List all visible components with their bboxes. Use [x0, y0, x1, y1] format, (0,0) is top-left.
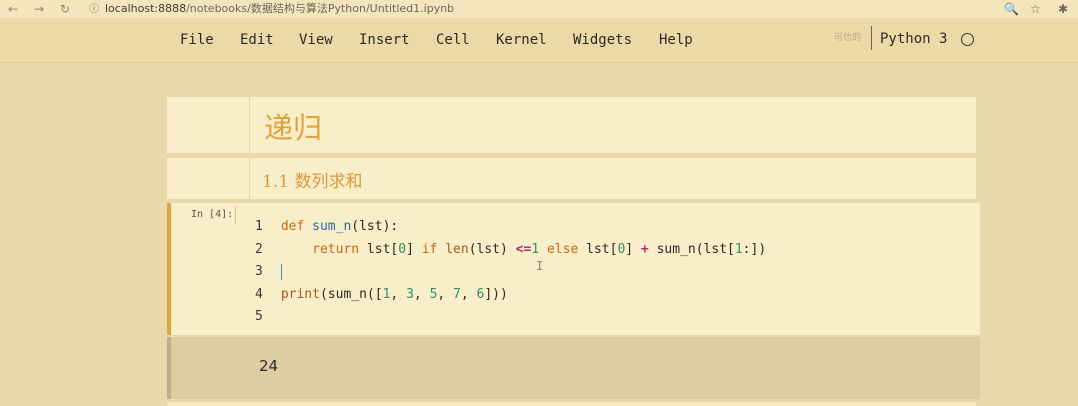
code-line: 5 — [255, 309, 263, 324]
markdown-cell-heading1[interactable]: 递归 — [167, 97, 976, 153]
menu-help[interactable]: Help — [659, 32, 693, 48]
menu-file[interactable]: File — [180, 32, 214, 48]
cell-gutter — [249, 97, 250, 153]
zoom-icon[interactable]: 🔍 — [1004, 0, 1019, 18]
code-line: 3 — [255, 261, 766, 284]
output-text: 24 — [259, 357, 279, 375]
code-line: 4 print(sum_n([1, 3, 5, 7, 6])) — [255, 286, 508, 302]
menu-insert[interactable]: Insert — [359, 32, 410, 48]
menu-cell[interactable]: Cell — [436, 32, 470, 48]
kernel-status-icon — [961, 33, 974, 46]
menu-kernel[interactable]: Kernel — [496, 32, 547, 48]
reload-icon[interactable]: ↻ — [60, 1, 70, 17]
text-cursor — [280, 263, 282, 280]
menu-widgets[interactable]: Widgets — [573, 32, 632, 48]
back-icon[interactable]: ← — [8, 1, 18, 17]
info-icon[interactable]: ⓘ — [89, 4, 99, 15]
menu-edit[interactable]: Edit — [240, 32, 274, 48]
code-editor[interactable]: 1 def sum_n(lst): 2 return lst[0] if len… — [255, 216, 766, 329]
cell-gutter — [249, 158, 250, 199]
bookmark-star-icon[interactable]: ☆ — [1030, 0, 1041, 18]
heading-2: 1.1 数列求和 — [262, 172, 363, 192]
next-cell[interactable] — [167, 402, 976, 406]
mouse-ibeam-cursor: I — [536, 259, 544, 273]
heading-1: 递归 — [264, 111, 323, 145]
forward-icon[interactable]: → — [34, 1, 44, 17]
markdown-cell-heading2[interactable]: 1.1 数列求和 — [167, 158, 976, 199]
url-path: /notebooks/数据结构与算法Python/Untitled1.ipynb — [186, 2, 455, 15]
code-line: 2 return lst[0] if len(lst) <=1 else lst… — [255, 241, 767, 257]
address-bar[interactable]: ⓘ localhost:8888/notebooks/数据结构与算法Python/… — [89, 1, 454, 18]
kernel-name: Python 3 — [880, 31, 948, 47]
kernel-separator — [871, 26, 872, 50]
trusted-indicator[interactable]: 可信的 — [834, 30, 861, 43]
browser-toolbar: ← → ↻ ⓘ localhost:8888/notebooks/数据结构与算法P… — [0, 0, 1078, 19]
menu-view[interactable]: View — [299, 32, 333, 48]
code-cell[interactable]: In [4]: 1 def sum_n(lst): 2 return lst[0… — [167, 203, 980, 335]
input-prompt: In [4]: — [191, 209, 234, 220]
prompt-divider — [235, 207, 236, 224]
code-line: 1 def sum_n(lst): — [255, 219, 399, 234]
extensions-icon[interactable]: ✱ — [1058, 0, 1068, 18]
output-area: 24 — [167, 337, 980, 399]
url-host: localhost:8888 — [105, 2, 187, 15]
jupyter-menubar: File Edit View Insert Cell Kernel Widget… — [0, 18, 1078, 63]
